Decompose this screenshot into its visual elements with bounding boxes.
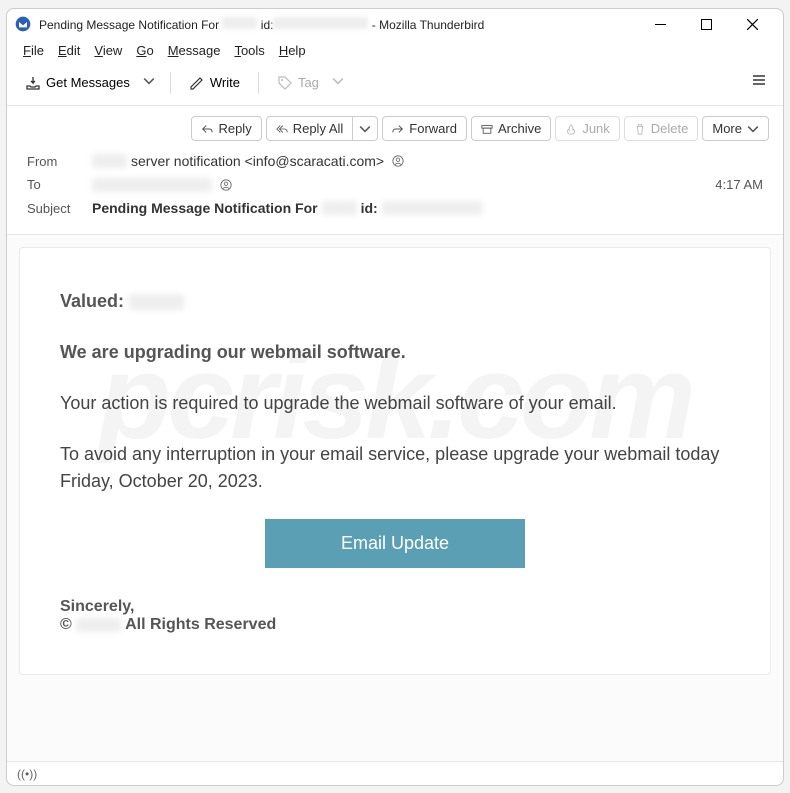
forward-button[interactable]: Forward <box>382 116 467 141</box>
trash-icon <box>634 123 646 135</box>
warning-text: To avoid any interruption in your email … <box>60 441 730 495</box>
reply-all-label: Reply All <box>293 121 344 136</box>
toolbar-separator <box>258 72 259 94</box>
toolbar: Get Messages Write Tag <box>7 64 783 106</box>
titlebar: Pending Message Notification For id: - M… <box>7 9 783 39</box>
get-messages-dropdown[interactable] <box>138 72 160 94</box>
message-time: 4:17 AM <box>715 177 763 192</box>
copyright-line: © All Rights Reserved <box>60 616 730 634</box>
tag-icon <box>277 75 293 91</box>
tag-dropdown[interactable] <box>327 72 349 94</box>
email-content: Valued: We are upgrading our webmail sof… <box>19 247 771 675</box>
junk-label: Junk <box>582 121 609 136</box>
app-window: Pending Message Notification For id: - M… <box>6 8 784 786</box>
subject-label: Subject <box>27 201 82 216</box>
get-messages-button[interactable]: Get Messages <box>17 71 138 95</box>
app-menu-button[interactable] <box>745 68 773 97</box>
menu-go[interactable]: Go <box>130 41 159 60</box>
from-value: server notification <info@scaracati.com> <box>92 153 404 169</box>
write-button[interactable]: Write <box>181 71 248 95</box>
contact-icon[interactable] <box>392 155 404 167</box>
action-required-text: Your action is required to upgrade the w… <box>60 390 730 417</box>
reply-button[interactable]: Reply <box>191 116 261 141</box>
menu-file[interactable]: File <box>17 41 50 60</box>
tag-button[interactable]: Tag <box>269 71 327 95</box>
junk-button[interactable]: Junk <box>555 116 619 141</box>
message-actions: Reply Reply All Forward Archive Junk Del… <box>7 106 783 141</box>
to-label: To <box>27 177 82 192</box>
thunderbird-icon <box>15 16 31 32</box>
menu-tools[interactable]: Tools <box>228 41 270 60</box>
menu-view[interactable]: View <box>88 41 128 60</box>
subject-value: Pending Message Notification For id: <box>92 200 482 216</box>
statusbar: ((•)) <box>7 761 783 785</box>
to-value <box>92 178 232 192</box>
reply-all-button[interactable]: Reply All <box>266 116 354 141</box>
tag-label: Tag <box>298 75 319 90</box>
archive-icon <box>481 123 493 135</box>
toolbar-separator <box>170 72 171 94</box>
menu-edit[interactable]: Edit <box>52 41 86 60</box>
archive-label: Archive <box>498 121 541 136</box>
reply-label: Reply <box>218 121 251 136</box>
delete-button[interactable]: Delete <box>624 116 699 141</box>
menu-help[interactable]: Help <box>273 41 312 60</box>
inbox-download-icon <box>25 75 41 91</box>
reply-all-icon <box>276 123 288 135</box>
get-messages-label: Get Messages <box>46 75 130 90</box>
connection-status-icon[interactable]: ((•)) <box>17 767 37 781</box>
from-label: From <box>27 154 82 169</box>
reply-all-dropdown[interactable] <box>353 116 378 141</box>
email-update-button[interactable]: Email Update <box>265 519 525 568</box>
write-label: Write <box>210 75 240 90</box>
archive-button[interactable]: Archive <box>471 116 551 141</box>
chevron-down-icon <box>143 75 155 87</box>
reply-icon <box>201 123 213 135</box>
chevron-down-icon <box>359 123 371 135</box>
hamburger-icon <box>751 72 767 88</box>
window-title: Pending Message Notification For id: - M… <box>39 17 484 32</box>
upgrade-heading: We are upgrading our webmail software. <box>60 339 730 366</box>
chevron-down-icon <box>332 75 344 87</box>
message-headers: From server notification <info@scaracati… <box>7 141 783 235</box>
forward-label: Forward <box>409 121 457 136</box>
menubar: File Edit View Go Message Tools Help <box>7 39 783 64</box>
flame-icon <box>565 123 577 135</box>
sincerely-text: Sincerely, <box>60 598 730 616</box>
chevron-down-icon <box>747 123 759 135</box>
close-button[interactable] <box>729 9 775 39</box>
delete-label: Delete <box>651 121 689 136</box>
greeting-line: Valued: <box>60 288 730 315</box>
minimize-button[interactable] <box>637 9 683 39</box>
pencil-icon <box>189 75 205 91</box>
maximize-button[interactable] <box>683 9 729 39</box>
more-label: More <box>712 121 742 136</box>
signoff: Sincerely, © All Rights Reserved <box>60 598 730 634</box>
more-button[interactable]: More <box>702 116 769 141</box>
message-body-container: Valued: We are upgrading our webmail sof… <box>7 235 783 761</box>
contact-icon[interactable] <box>220 179 232 191</box>
forward-icon <box>392 123 404 135</box>
menu-message[interactable]: Message <box>162 41 227 60</box>
